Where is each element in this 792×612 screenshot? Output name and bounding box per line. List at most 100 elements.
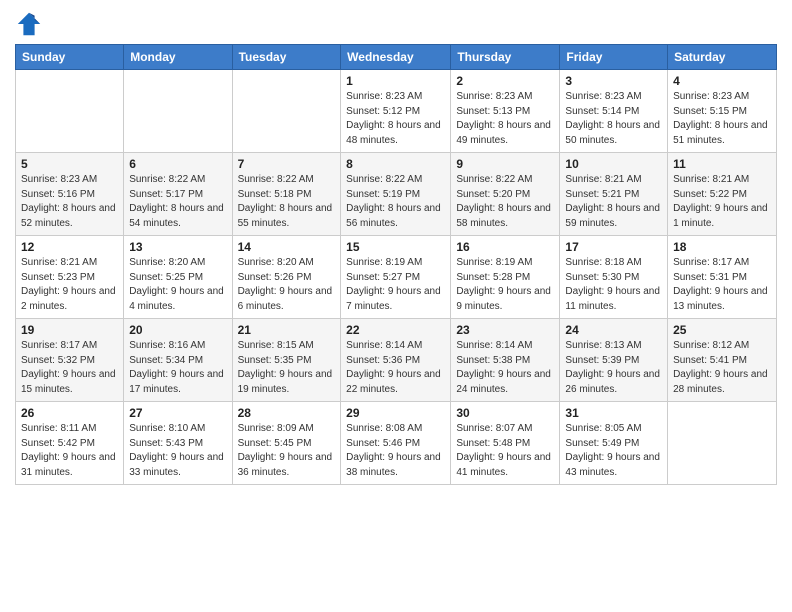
day-number: 20 (129, 323, 226, 337)
day-number: 11 (673, 157, 771, 171)
calendar-header-sunday: Sunday (16, 45, 124, 70)
header (15, 10, 777, 38)
calendar-cell: 24 Sunrise: 8:13 AM Sunset: 5:39 PM Dayli… (560, 319, 668, 402)
day-info: Sunrise: 8:19 AM Sunset: 5:27 PM Dayligh… (346, 256, 445, 314)
calendar-cell: 1Sunrise: 8:23 AM Sunset: 5:12 PM Daylig… (341, 70, 451, 153)
day-info: Sunrise: 8:08 AM Sunset: 5:46 PM Dayligh… (346, 422, 445, 480)
day-number: 31 (565, 406, 662, 420)
calendar-header-friday: Friday (560, 45, 668, 70)
page: SundayMondayTuesdayWednesdayThursdayFrid… (0, 0, 792, 612)
day-info: Sunrise: 8:21 AM Sunset: 5:23 PM Dayligh… (21, 256, 118, 314)
calendar-cell: 13Sunrise: 8:20 AM Sunset: 5:25 PM Dayli… (124, 236, 232, 319)
calendar-cell: 4 Sunrise: 8:23 AM Sunset: 5:15 PM Daylig… (668, 70, 777, 153)
calendar-cell: 18 Sunrise: 8:17 AM Sunset: 5:31 PM Dayli… (668, 236, 777, 319)
calendar-cell: 17 Sunrise: 8:18 AM Sunset: 5:30 PM Dayli… (560, 236, 668, 319)
day-number: 21 (238, 323, 336, 337)
day-info: Sunrise: 8:09 AM Sunset: 5:45 PM Dayligh… (238, 422, 336, 480)
calendar-header-wednesday: Wednesday (341, 45, 451, 70)
calendar-table: SundayMondayTuesdayWednesdayThursdayFrid… (15, 44, 777, 485)
day-info: Sunrise: 8:11 AM Sunset: 5:42 PM Dayligh… (21, 422, 118, 480)
day-number: 18 (673, 240, 771, 254)
day-number: 7 (238, 157, 336, 171)
day-info: Sunrise: 8:05 AM Sunset: 5:49 PM Dayligh… (565, 422, 662, 480)
day-number: 28 (238, 406, 336, 420)
day-number: 15 (346, 240, 445, 254)
day-info: Sunrise: 8:14 AM Sunset: 5:36 PM Dayligh… (346, 339, 445, 397)
calendar-week-3: 12Sunrise: 8:21 AM Sunset: 5:23 PM Dayli… (16, 236, 777, 319)
calendar-week-1: 1Sunrise: 8:23 AM Sunset: 5:12 PM Daylig… (16, 70, 777, 153)
day-info: Sunrise: 8:17 AM Sunset: 5:32 PM Dayligh… (21, 339, 118, 397)
day-info: Sunrise: 8:15 AM Sunset: 5:35 PM Dayligh… (238, 339, 336, 397)
calendar-cell: 25Sunrise: 8:12 AM Sunset: 5:41 PM Dayli… (668, 319, 777, 402)
day-number: 13 (129, 240, 226, 254)
day-info: Sunrise: 8:07 AM Sunset: 5:48 PM Dayligh… (456, 422, 554, 480)
day-number: 24 (565, 323, 662, 337)
day-info: Sunrise: 8:23 AM Sunset: 5:14 PM Dayligh… (565, 90, 662, 148)
day-info: Sunrise: 8:23 AM Sunset: 5:13 PM Dayligh… (456, 90, 554, 148)
day-info: Sunrise: 8:20 AM Sunset: 5:26 PM Dayligh… (238, 256, 336, 314)
day-info: Sunrise: 8:18 AM Sunset: 5:30 PM Dayligh… (565, 256, 662, 314)
logo-icon (15, 10, 43, 38)
day-info: Sunrise: 8:19 AM Sunset: 5:28 PM Dayligh… (456, 256, 554, 314)
calendar-cell: 31 Sunrise: 8:05 AM Sunset: 5:49 PM Dayli… (560, 402, 668, 485)
calendar-week-4: 19 Sunrise: 8:17 AM Sunset: 5:32 PM Dayli… (16, 319, 777, 402)
day-info: Sunrise: 8:10 AM Sunset: 5:43 PM Dayligh… (129, 422, 226, 480)
day-number: 23 (456, 323, 554, 337)
calendar-cell: 30Sunrise: 8:07 AM Sunset: 5:48 PM Dayli… (451, 402, 560, 485)
day-info: Sunrise: 8:14 AM Sunset: 5:38 PM Dayligh… (456, 339, 554, 397)
calendar-header-monday: Monday (124, 45, 232, 70)
calendar-cell: 12Sunrise: 8:21 AM Sunset: 5:23 PM Dayli… (16, 236, 124, 319)
calendar-cell: 11 Sunrise: 8:21 AM Sunset: 5:22 PM Dayli… (668, 153, 777, 236)
calendar-header-thursday: Thursday (451, 45, 560, 70)
calendar-cell: 20 Sunrise: 8:16 AM Sunset: 5:34 PM Dayli… (124, 319, 232, 402)
calendar-week-2: 5 Sunrise: 8:23 AM Sunset: 5:16 PM Daylig… (16, 153, 777, 236)
day-number: 8 (346, 157, 445, 171)
calendar-cell: 9 Sunrise: 8:22 AM Sunset: 5:20 PM Daylig… (451, 153, 560, 236)
calendar-cell: 22 Sunrise: 8:14 AM Sunset: 5:36 PM Dayli… (341, 319, 451, 402)
day-info: Sunrise: 8:23 AM Sunset: 5:16 PM Dayligh… (21, 173, 118, 231)
calendar-cell: 3Sunrise: 8:23 AM Sunset: 5:14 PM Daylig… (560, 70, 668, 153)
calendar-cell (668, 402, 777, 485)
day-number: 5 (21, 157, 118, 171)
day-info: Sunrise: 8:22 AM Sunset: 5:20 PM Dayligh… (456, 173, 554, 231)
day-number: 25 (673, 323, 771, 337)
day-number: 29 (346, 406, 445, 420)
calendar-cell: 8Sunrise: 8:22 AM Sunset: 5:19 PM Daylig… (341, 153, 451, 236)
calendar-cell: 10Sunrise: 8:21 AM Sunset: 5:21 PM Dayli… (560, 153, 668, 236)
day-number: 16 (456, 240, 554, 254)
day-info: Sunrise: 8:23 AM Sunset: 5:12 PM Dayligh… (346, 90, 445, 148)
day-number: 4 (673, 74, 771, 88)
day-number: 9 (456, 157, 554, 171)
calendar-cell: 27Sunrise: 8:10 AM Sunset: 5:43 PM Dayli… (124, 402, 232, 485)
day-info: Sunrise: 8:16 AM Sunset: 5:34 PM Dayligh… (129, 339, 226, 397)
calendar-cell: 21 Sunrise: 8:15 AM Sunset: 5:35 PM Dayli… (232, 319, 341, 402)
day-info: Sunrise: 8:21 AM Sunset: 5:21 PM Dayligh… (565, 173, 662, 231)
day-info: Sunrise: 8:22 AM Sunset: 5:17 PM Dayligh… (129, 173, 226, 231)
day-number: 6 (129, 157, 226, 171)
calendar-cell: 28 Sunrise: 8:09 AM Sunset: 5:45 PM Dayli… (232, 402, 341, 485)
calendar-cell: 5 Sunrise: 8:23 AM Sunset: 5:16 PM Daylig… (16, 153, 124, 236)
calendar-cell: 29 Sunrise: 8:08 AM Sunset: 5:46 PM Dayli… (341, 402, 451, 485)
calendar-cell: 14Sunrise: 8:20 AM Sunset: 5:26 PM Dayli… (232, 236, 341, 319)
calendar-header-saturday: Saturday (668, 45, 777, 70)
day-number: 22 (346, 323, 445, 337)
calendar-cell: 2Sunrise: 8:23 AM Sunset: 5:13 PM Daylig… (451, 70, 560, 153)
day-number: 26 (21, 406, 118, 420)
day-info: Sunrise: 8:17 AM Sunset: 5:31 PM Dayligh… (673, 256, 771, 314)
calendar-header-row: SundayMondayTuesdayWednesdayThursdayFrid… (16, 45, 777, 70)
day-info: Sunrise: 8:22 AM Sunset: 5:18 PM Dayligh… (238, 173, 336, 231)
day-info: Sunrise: 8:21 AM Sunset: 5:22 PM Dayligh… (673, 173, 771, 231)
calendar-cell: 16 Sunrise: 8:19 AM Sunset: 5:28 PM Dayli… (451, 236, 560, 319)
calendar-cell: 6 Sunrise: 8:22 AM Sunset: 5:17 PM Daylig… (124, 153, 232, 236)
calendar-cell: 19 Sunrise: 8:17 AM Sunset: 5:32 PM Dayli… (16, 319, 124, 402)
logo (15, 10, 47, 38)
calendar-cell: 23 Sunrise: 8:14 AM Sunset: 5:38 PM Dayli… (451, 319, 560, 402)
day-info: Sunrise: 8:13 AM Sunset: 5:39 PM Dayligh… (565, 339, 662, 397)
calendar-cell: 15 Sunrise: 8:19 AM Sunset: 5:27 PM Dayli… (341, 236, 451, 319)
day-number: 17 (565, 240, 662, 254)
calendar-header-tuesday: Tuesday (232, 45, 341, 70)
calendar-cell (16, 70, 124, 153)
day-number: 19 (21, 323, 118, 337)
day-info: Sunrise: 8:23 AM Sunset: 5:15 PM Dayligh… (673, 90, 771, 148)
calendar-cell (124, 70, 232, 153)
